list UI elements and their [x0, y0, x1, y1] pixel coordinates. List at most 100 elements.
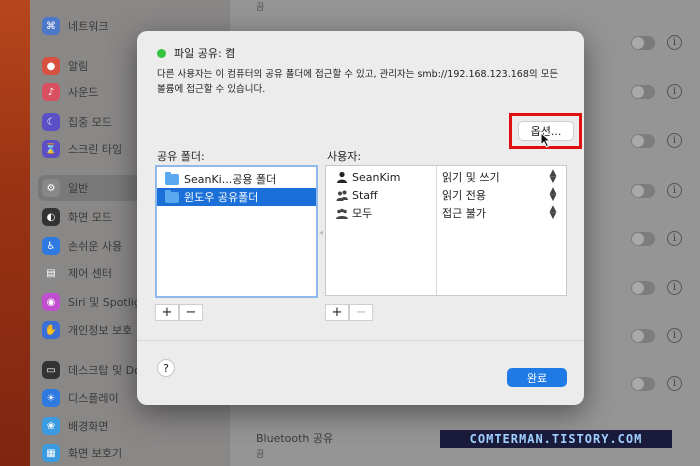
- control-center-icon: ▤: [42, 264, 60, 282]
- sidebar-item-label: 화면 보호기: [68, 447, 123, 460]
- folder-row[interactable]: SeanKi...공용 폴더: [157, 170, 316, 188]
- user-add-remove: + −: [325, 304, 373, 321]
- service-row-controls: i: [631, 328, 682, 343]
- shared-folder-list[interactable]: SeanKi...공용 폴더 윈도우 공유폴더: [155, 165, 318, 298]
- service-row-controls: i: [631, 133, 682, 148]
- folder-name: 윈도우 공유폴더: [184, 191, 259, 204]
- service-row-controls: i: [631, 280, 682, 295]
- service-toggle[interactable]: [631, 35, 655, 50]
- remove-folder-button[interactable]: −: [179, 304, 203, 321]
- dialog-title-text: 파일 공유: 켬: [174, 47, 236, 60]
- user-cell: SeanKim: [326, 171, 436, 184]
- users-label: 사용자:: [327, 150, 362, 163]
- chevron-updown-icon[interactable]: ▲ ▼: [546, 205, 560, 221]
- info-icon[interactable]: i: [667, 84, 682, 99]
- service-toggle[interactable]: [631, 280, 655, 295]
- add-folder-button[interactable]: +: [155, 304, 179, 321]
- bluetooth-sharing-status: 끔: [256, 450, 265, 460]
- permission-popup[interactable]: 읽기 및 쓰기: [436, 169, 546, 185]
- user-row[interactable]: Staff 읽기 전용 ▲ ▼: [326, 186, 566, 204]
- sidebar-item-label: 배경화면: [68, 420, 109, 433]
- info-icon[interactable]: i: [667, 133, 682, 148]
- screensaver-icon: ▦: [42, 444, 60, 462]
- file-sharing-dialog: 파일 공유: 켬 다른 사용자는 이 컴퓨터의 공유 폴더에 접근할 수 있고,…: [137, 31, 584, 405]
- wallpaper-icon: ❀: [42, 417, 60, 435]
- bell-icon: ●: [42, 57, 60, 75]
- service-row-controls: i: [631, 231, 682, 246]
- service-toggle[interactable]: [631, 84, 655, 99]
- network-icon: ⌘: [42, 17, 60, 35]
- chevron-updown-icon[interactable]: ▲ ▼: [546, 169, 560, 185]
- moon-icon: ☾: [42, 113, 60, 131]
- siri-icon: ◉: [42, 293, 60, 311]
- help-button[interactable]: ?: [157, 359, 175, 377]
- service-toggle[interactable]: [631, 133, 655, 148]
- sidebar-item-label: 네트워크: [68, 20, 109, 33]
- permission-popup[interactable]: 읽기 전용: [436, 187, 546, 203]
- service-toggle[interactable]: [631, 376, 655, 391]
- service-toggle[interactable]: [631, 328, 655, 343]
- user-name: 모두: [352, 207, 373, 220]
- sidebar-item-label: 사운드: [68, 86, 99, 99]
- bluetooth-sharing-label: Bluetooth 공유: [256, 432, 334, 445]
- service-toggle[interactable]: [631, 183, 655, 198]
- mouse-pointer-icon: [540, 132, 552, 148]
- sidebar-item-label: 화면 모드: [68, 211, 112, 224]
- service-toggle[interactable]: [631, 231, 655, 246]
- dialog-divider: [137, 340, 584, 341]
- dialog-description: 다른 사용자는 이 컴퓨터의 공유 폴더에 접근할 수 있고, 관리자는 smb…: [157, 69, 559, 95]
- user-name: SeanKim: [352, 170, 401, 184]
- sidebar-item-label: 일반: [68, 182, 89, 195]
- service-row-controls: i: [631, 35, 682, 50]
- info-icon[interactable]: i: [667, 183, 682, 198]
- display-icon: ☀: [42, 389, 60, 407]
- speaker-icon: ♪: [42, 83, 60, 101]
- sidebar-item-label: 집중 모드: [68, 116, 112, 129]
- sidebar-item-label: 제어 센터: [68, 267, 112, 280]
- remove-user-button[interactable]: −: [349, 304, 373, 321]
- add-user-button[interactable]: +: [325, 304, 349, 321]
- info-icon[interactable]: i: [667, 231, 682, 246]
- sidebar-item-label: 알림: [68, 60, 89, 73]
- appearance-icon: ◐: [42, 208, 60, 226]
- sidebar-item-label: 손쉬운 사용: [68, 240, 123, 253]
- sidebar-item-label: 개인정보 보호: [68, 324, 133, 337]
- gear-icon: ⚙: [42, 179, 60, 197]
- folder-name: SeanKi...공용 폴더: [184, 173, 277, 186]
- user-list[interactable]: SeanKim 읽기 및 쓰기 ▲ ▼ Staff 읽기 전용 ▲ ▼ 모두 접근 …: [325, 165, 567, 296]
- permission-popup[interactable]: 접근 불가: [436, 205, 546, 221]
- service-row-controls: i: [631, 376, 682, 391]
- top-row-status: 끔: [256, 3, 265, 13]
- folder-row-selected[interactable]: 윈도우 공유폴더: [157, 188, 316, 206]
- info-icon[interactable]: i: [667, 35, 682, 50]
- hand-icon: ✋: [42, 321, 60, 339]
- split-handle-icon[interactable]: ◂: [319, 228, 323, 237]
- hourglass-icon: ⌛: [42, 140, 60, 158]
- dialog-title: 파일 공유: 켬: [157, 45, 235, 61]
- service-row-controls: i: [631, 84, 682, 99]
- watermark: COMTERMAN.TISTORY.COM: [440, 430, 672, 448]
- everyone-icon: [336, 208, 348, 219]
- group-icon: [336, 190, 348, 201]
- info-icon[interactable]: i: [667, 376, 682, 391]
- done-button[interactable]: 완료: [507, 368, 567, 387]
- sidebar-item-label: 스크린 타임: [68, 143, 123, 156]
- desktop-wallpaper: [0, 0, 30, 466]
- folder-icon: [165, 171, 179, 185]
- status-dot-icon: [157, 48, 166, 58]
- info-icon[interactable]: i: [667, 280, 682, 295]
- user-row[interactable]: SeanKim 읽기 및 쓰기 ▲ ▼: [326, 168, 566, 186]
- info-icon[interactable]: i: [667, 328, 682, 343]
- person-icon: [337, 171, 347, 183]
- sidebar-item[interactable]: ▦ 화면 보호기: [38, 440, 230, 466]
- user-row[interactable]: 모두 접근 불가 ▲ ▼: [326, 204, 566, 222]
- service-row-controls: i: [631, 183, 682, 198]
- folder-add-remove: + −: [155, 304, 203, 321]
- user-cell: Staff: [326, 189, 436, 202]
- desktop-icon: ▭: [42, 361, 60, 379]
- sidebar-item[interactable]: ❀ 배경화면: [38, 413, 230, 439]
- user-cell: 모두: [326, 205, 436, 221]
- accessibility-icon: ♿: [42, 237, 60, 255]
- chevron-updown-icon[interactable]: ▲ ▼: [546, 187, 560, 203]
- user-name: Staff: [352, 188, 378, 202]
